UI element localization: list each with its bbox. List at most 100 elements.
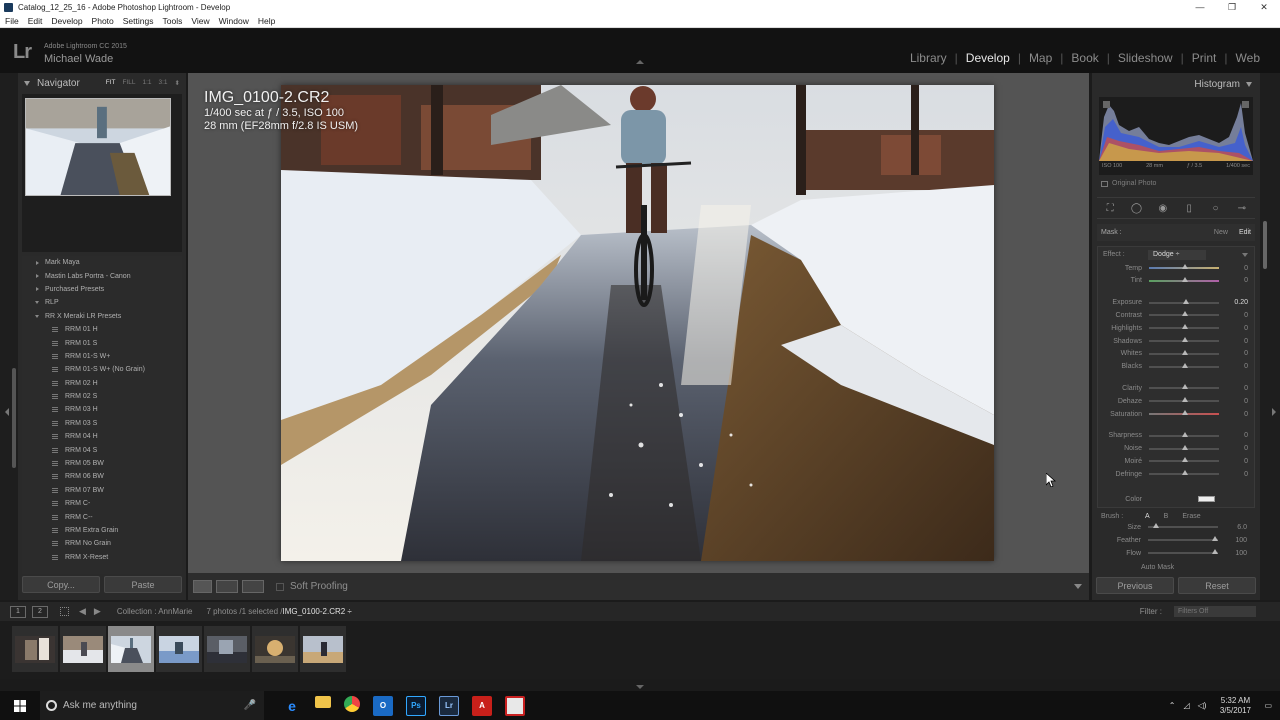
slider-track[interactable] [1149, 276, 1219, 282]
selected-filename[interactable]: IMG_0100-2.CR2 ÷ [283, 607, 352, 616]
navigator-header[interactable]: Navigator FIT FILL 1:1 3:1 ⬍ [18, 73, 186, 93]
slider-knob[interactable] [1182, 410, 1188, 415]
slider-knob[interactable] [1182, 311, 1188, 317]
slider-track[interactable] [1149, 431, 1219, 437]
edge-icon[interactable]: e [282, 696, 302, 716]
before-after-icon[interactable] [216, 580, 238, 593]
menu-help[interactable]: Help [258, 16, 275, 26]
collection-label[interactable]: Collection : AnnMarie [117, 607, 193, 616]
soft-proofing-checkbox[interactable] [276, 582, 284, 591]
zoom-fill[interactable]: FILL [122, 79, 135, 87]
brush-size-value[interactable]: 6.0 [1237, 524, 1247, 531]
slider-defringe[interactable]: Defringe 0 [1098, 469, 1256, 479]
restore-icon[interactable]: ❐ [1216, 2, 1248, 13]
slider-track[interactable] [1149, 337, 1219, 342]
slider-clarity[interactable]: Clarity 0 [1098, 383, 1256, 393]
app-icon[interactable] [505, 695, 525, 716]
module-map[interactable]: Map [1021, 51, 1060, 65]
module-library[interactable]: Library [902, 51, 955, 65]
brush-flow-slider[interactable]: Flow 100 [1097, 548, 1255, 558]
slider-knob[interactable] [1182, 397, 1188, 403]
preset-item[interactable]: RRM 04 H [22, 430, 182, 443]
mask-edit-button[interactable]: Edit [1239, 229, 1251, 236]
slider-dehaze[interactable]: Dehaze 0 [1098, 396, 1256, 406]
before-after-yy-icon[interactable] [242, 580, 264, 593]
volume-icon[interactable]: ◁) [1198, 701, 1207, 710]
image-display-area[interactable]: IMG_0100-2.CR2 1/400 sec at ƒ / 3.5, ISO… [188, 73, 1089, 573]
collapse-triangle-icon[interactable] [1246, 81, 1252, 87]
notifications-icon[interactable]: ▭ [1264, 701, 1272, 710]
slider-track[interactable] [1149, 311, 1219, 317]
filmstrip-thumbnail[interactable] [60, 626, 106, 672]
preset-folder[interactable]: Mastin Labs Portra - Canon [22, 269, 182, 282]
brush-erase-button[interactable]: Erase [1182, 513, 1200, 520]
top-panel-toggle-icon[interactable] [636, 60, 644, 64]
navigator-thumbnail[interactable] [25, 98, 171, 196]
file-explorer-icon[interactable] [315, 695, 331, 708]
slider-track[interactable] [1149, 397, 1219, 403]
brush-a-button[interactable]: A [1145, 513, 1150, 520]
zoom-fit[interactable]: FIT [106, 79, 116, 87]
slider-knob[interactable] [1182, 431, 1188, 437]
crop-tool-icon[interactable]: ⛶ [1104, 202, 1117, 215]
preset-folder[interactable]: RLP [22, 296, 182, 309]
slider-noise[interactable]: Noise 0 [1098, 444, 1256, 454]
slider-knob[interactable] [1183, 298, 1189, 304]
slider-track[interactable] [1149, 444, 1219, 450]
grid-view-icon[interactable] [60, 607, 69, 616]
copy-button[interactable]: Copy... [22, 576, 100, 593]
reset-button[interactable]: Reset [1178, 577, 1256, 594]
slider-sharpness[interactable]: Sharpness 0 [1098, 431, 1256, 441]
filmstrip-thumbnail[interactable] [156, 626, 202, 672]
slider-value[interactable]: 0 [1244, 363, 1248, 370]
preset-item[interactable]: RRM X-Reset [22, 551, 182, 564]
network-icon[interactable]: ◿ [1183, 701, 1189, 710]
slider-value[interactable]: 0 [1244, 338, 1248, 345]
slider-track[interactable] [1149, 362, 1219, 368]
slider-blacks[interactable]: Blacks 0 [1098, 362, 1256, 372]
histogram-header[interactable]: Histogram [1092, 73, 1260, 95]
slider-value[interactable]: 0 [1244, 445, 1248, 452]
filmstrip-thumbnail[interactable] [300, 626, 346, 672]
slider-value[interactable]: 0 [1244, 458, 1248, 465]
slider-track[interactable] [1149, 298, 1219, 304]
slider-whites[interactable]: Whites 0 [1098, 349, 1256, 359]
slider-value[interactable]: 0 [1244, 398, 1248, 405]
outlook-icon[interactable]: O [373, 695, 393, 716]
slider-moir[interactable]: Moiré 0 [1098, 456, 1256, 466]
brush-flow-value[interactable]: 100 [1235, 550, 1247, 557]
preset-item[interactable]: RRM C-- [22, 510, 182, 523]
auto-mask-row[interactable]: Auto Mask [1137, 561, 1174, 573]
screen-1-button[interactable]: 1 [10, 605, 26, 618]
zoom-3-1[interactable]: 3:1 [159, 79, 168, 87]
preset-item[interactable]: RRM 01-S W+ [22, 350, 182, 363]
slider-knob[interactable] [1182, 349, 1188, 355]
preset-item[interactable]: RRM 01 H [22, 323, 182, 336]
brush-feather-slider[interactable]: Feather 100 [1097, 535, 1255, 545]
adjustment-brush-icon[interactable]: ⊸ [1235, 202, 1248, 215]
preset-item[interactable]: RRM 06 BW [22, 470, 182, 483]
menu-photo[interactable]: Photo [92, 16, 114, 26]
preset-folder[interactable]: RR X Meraki LR Presets [22, 310, 182, 323]
brush-b-button[interactable]: B [1164, 513, 1169, 520]
slider-value[interactable]: 0 [1244, 471, 1248, 478]
slider-saturation[interactable]: Saturation 0 [1098, 409, 1256, 419]
start-button[interactable] [0, 699, 40, 712]
slider-knob[interactable] [1182, 457, 1188, 463]
filter-dropdown[interactable]: Filters Off [1174, 606, 1256, 617]
preset-item[interactable]: RRM 07 BW [22, 484, 182, 497]
chrome-icon[interactable] [344, 695, 360, 712]
previous-button[interactable]: Previous [1096, 577, 1174, 594]
brush-feather-value[interactable]: 100 [1235, 537, 1247, 544]
menu-view[interactable]: View [191, 16, 209, 26]
module-book[interactable]: Book [1063, 51, 1106, 65]
cortana-search[interactable]: Ask me anything 🎤 [40, 691, 264, 720]
histogram-chart[interactable]: ISO 100 28 mm ƒ / 3.5 1/400 sec [1099, 97, 1253, 175]
zoom-1-1[interactable]: 1:1 [142, 79, 151, 87]
slider-track[interactable] [1149, 384, 1219, 390]
preset-item[interactable]: RRM 02 H [22, 377, 182, 390]
toolbar-menu-icon[interactable] [1074, 584, 1082, 589]
slider-track[interactable] [1149, 324, 1219, 330]
slider-value[interactable]: 0 [1244, 350, 1248, 357]
preset-item[interactable]: RRM 01 S [22, 336, 182, 349]
